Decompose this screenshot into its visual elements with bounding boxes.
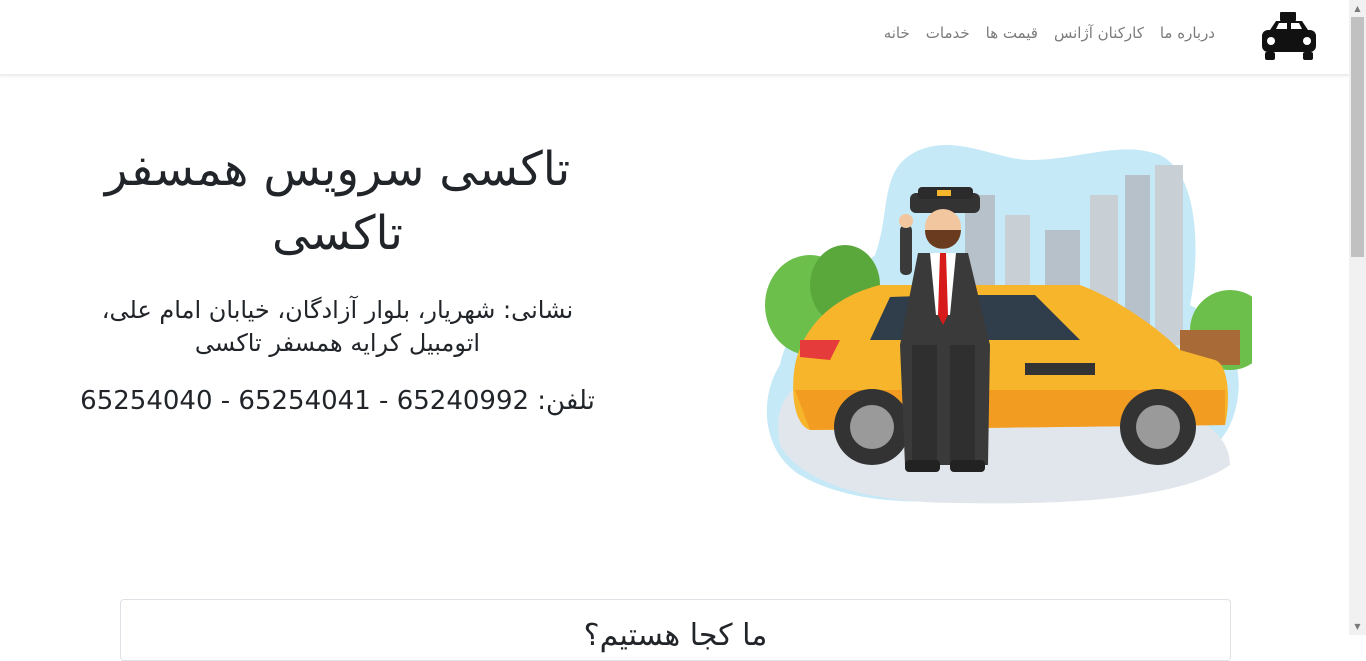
- navbar: خانه خدمات قیمت ها کارکنان آژانس درباره …: [0, 0, 1349, 75]
- hero-text: تاکسی سرویس همسفر تاکسی نشانی: شهریار، ب…: [70, 138, 605, 418]
- page-scrollbar[interactable]: ▲ ▼: [1349, 0, 1366, 635]
- nav-link-about[interactable]: درباره ما: [1160, 24, 1215, 50]
- scroll-down-arrow-icon[interactable]: ▼: [1349, 618, 1366, 635]
- taxi-driver-illustration: [765, 145, 1252, 504]
- nav-link-home[interactable]: خانه: [884, 24, 910, 50]
- location-card: ما کجا هستیم؟: [120, 599, 1231, 661]
- hero-title: تاکسی سرویس همسفر تاکسی: [104, 142, 571, 261]
- nav-link-services[interactable]: خدمات: [926, 24, 970, 50]
- hero-address: نشانی: شهریار، بلوار آزادگان، خیابان اما…: [101, 296, 574, 357]
- nav-link-prices[interactable]: قیمت ها: [986, 24, 1038, 50]
- taxi-icon[interactable]: [1258, 10, 1320, 64]
- nav-menu: خانه خدمات قیمت ها کارکنان آژانس درباره …: [884, 24, 1215, 50]
- scrollbar-thumb[interactable]: [1351, 17, 1364, 257]
- hero-phone: تلفن: 65240992 - 65254041 - 65254040: [80, 386, 595, 416]
- nav-link-staff[interactable]: کارکنان آژانس: [1054, 24, 1144, 50]
- scroll-up-arrow-icon[interactable]: ▲: [1349, 0, 1366, 17]
